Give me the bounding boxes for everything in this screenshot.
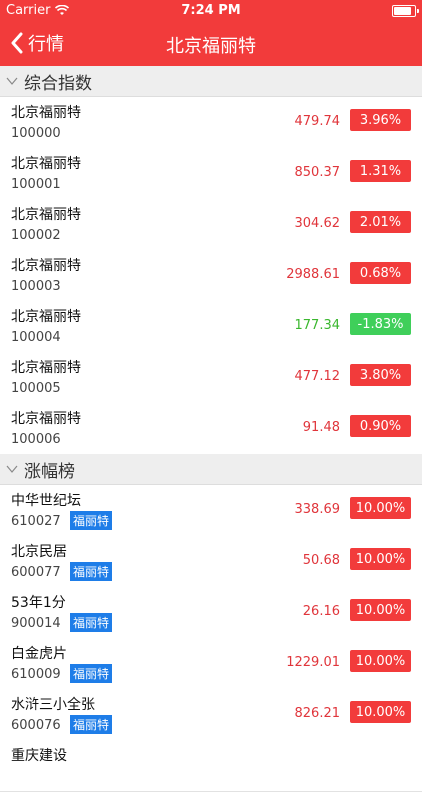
- list-item[interactable]: 北京福丽特 100005 477.12 3.80%: [0, 352, 422, 404]
- list-item[interactable]: 北京福丽特 100002 304.62 2.01%: [0, 199, 422, 251]
- list-item[interactable]: 重庆建设: [0, 740, 422, 792]
- item-price: 26.16: [302, 604, 340, 619]
- change-badge: 0.90%: [350, 415, 411, 437]
- item-name: 重庆建设: [11, 748, 67, 764]
- change-badge: 1.31%: [350, 160, 411, 182]
- item-price: 338.69: [294, 502, 341, 517]
- list-item[interactable]: 53年1分 900014 福丽特 26.16 10.00%: [0, 587, 422, 639]
- item-name: 北京福丽特: [11, 309, 81, 325]
- item-name: 白金虎片: [11, 646, 67, 662]
- list-item[interactable]: 白金虎片 610009 福丽特 1229.01 10.00%: [0, 638, 422, 690]
- item-tag: 福丽特: [70, 562, 113, 581]
- chevron-down-icon: [6, 77, 18, 85]
- change-badge: 10.00%: [350, 701, 411, 723]
- item-code: 100000: [11, 126, 61, 141]
- item-code: 100006: [11, 432, 61, 447]
- list-item[interactable]: 北京民居 600077 福丽特 50.68 10.00%: [0, 536, 422, 588]
- item-price: 477.12: [294, 369, 341, 384]
- change-badge: 10.00%: [350, 497, 411, 519]
- item-code: 600077: [11, 565, 61, 580]
- item-name: 北京民居: [11, 544, 67, 560]
- item-name: 北京福丽特: [11, 360, 81, 376]
- status-bar: Carrier 7:24 PM: [0, 0, 422, 22]
- item-name: 水浒三小全张: [11, 697, 95, 713]
- item-name: 北京福丽特: [11, 411, 81, 427]
- item-name: 中华世纪坛: [11, 493, 81, 509]
- list-item[interactable]: 北京福丽特 100006 91.48 0.90%: [0, 403, 422, 455]
- item-code: 100001: [11, 177, 61, 192]
- item-code: 100002: [11, 228, 61, 243]
- change-badge: 10.00%: [350, 650, 411, 672]
- section-title: 综合指数: [24, 73, 92, 94]
- item-price: 2988.61: [286, 267, 340, 282]
- item-name: 北京福丽特: [11, 207, 81, 223]
- item-name: 53年1分: [11, 595, 66, 611]
- change-badge: -1.83%: [350, 313, 411, 335]
- item-tag: 福丽特: [70, 664, 113, 683]
- item-price: 50.68: [302, 553, 340, 568]
- battery-icon: [392, 5, 419, 17]
- section-header[interactable]: 涨幅榜: [0, 454, 422, 485]
- item-code: 600076: [11, 718, 61, 733]
- item-tag: 福丽特: [70, 715, 113, 734]
- item-code: 100005: [11, 381, 61, 396]
- item-price: 1229.01: [286, 655, 340, 670]
- list-item[interactable]: 北京福丽特 100000 479.74 3.96%: [0, 97, 422, 149]
- item-name: 北京福丽特: [11, 105, 81, 121]
- section-title: 涨幅榜: [24, 461, 75, 482]
- item-code: 610009: [11, 667, 61, 682]
- list-item[interactable]: 水浒三小全张 600076 福丽特 826.21 10.00%: [0, 689, 422, 741]
- section-header[interactable]: 综合指数: [0, 66, 422, 97]
- item-price: 177.34: [294, 318, 341, 333]
- item-tag: 福丽特: [70, 511, 113, 530]
- item-price: 850.37: [294, 165, 341, 180]
- chevron-down-icon: [6, 465, 18, 473]
- list-item[interactable]: 北京福丽特 100003 2988.61 0.68%: [0, 250, 422, 302]
- page-title: 北京福丽特: [166, 36, 256, 57]
- item-price: 91.48: [302, 420, 340, 435]
- item-code: 100003: [11, 279, 61, 294]
- change-badge: 10.00%: [350, 599, 411, 621]
- item-name: 北京福丽特: [11, 156, 81, 172]
- item-price: 479.74: [294, 114, 341, 129]
- list-item[interactable]: 中华世纪坛 610027 福丽特 338.69 10.00%: [0, 485, 422, 537]
- item-price: 304.62: [294, 216, 341, 231]
- status-time: 7:24 PM: [181, 3, 241, 18]
- list-item[interactable]: 北京福丽特 100001 850.37 1.31%: [0, 148, 422, 200]
- item-code: 100004: [11, 330, 61, 345]
- item-name: 北京福丽特: [11, 258, 81, 274]
- item-tag: 福丽特: [70, 613, 113, 632]
- change-badge: 2.01%: [350, 211, 411, 233]
- list-item[interactable]: 北京福丽特 100004 177.34 -1.83%: [0, 301, 422, 353]
- item-price: 826.21: [294, 706, 341, 721]
- change-badge: 3.80%: [350, 364, 411, 386]
- change-badge: 10.00%: [350, 548, 411, 570]
- change-badge: 0.68%: [350, 262, 411, 284]
- item-code: 900014: [11, 616, 61, 631]
- battery-level: [394, 7, 412, 15]
- navigation-bar: 行情 北京福丽特: [0, 22, 422, 66]
- item-code: 610027: [11, 514, 61, 529]
- change-badge: 3.96%: [350, 109, 411, 131]
